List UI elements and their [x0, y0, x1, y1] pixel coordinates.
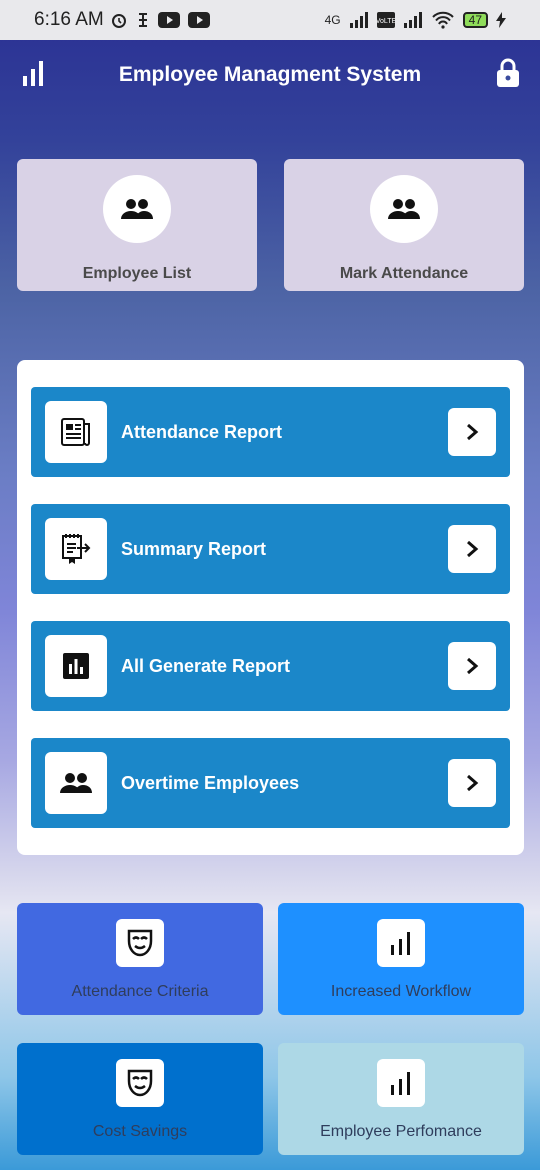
overtime-employees-row[interactable]: Overtime Employees: [31, 738, 510, 828]
chevron-right-icon[interactable]: [448, 642, 496, 690]
mark-attendance-label: Mark Attendance: [339, 265, 469, 282]
attendance-report-label: Attendance Report: [121, 421, 283, 442]
volte-icon: VoLTE: [376, 12, 395, 28]
all-generate-report-label: All Generate Report: [121, 655, 291, 676]
charging-icon: [496, 12, 506, 28]
increased-workflow-tile[interactable]: Increased Workflow: [278, 903, 524, 1015]
youtube-icon: [157, 12, 180, 28]
wifi-icon: [431, 11, 454, 29]
people-icon: [103, 175, 171, 243]
app-bar: Employee Managment System: [0, 40, 540, 110]
notification-icon: [138, 13, 147, 27]
youtube-icon: [187, 12, 210, 28]
theater-mask-icon: [116, 919, 164, 967]
alarm-icon: [111, 14, 126, 28]
network-type: 4G: [324, 13, 341, 27]
chevron-right-icon[interactable]: [448, 759, 496, 807]
bar-chart-icon: [377, 919, 425, 967]
increased-workflow-label: Increased Workflow: [330, 983, 472, 1000]
signal-icon: [403, 12, 422, 28]
attendance-criteria-tile[interactable]: Attendance Criteria: [17, 903, 263, 1015]
attendance-criteria-label: Attendance Criteria: [71, 983, 209, 1000]
battery-indicator: 47: [462, 12, 488, 28]
app-title: Employee Managment System: [118, 63, 422, 86]
overtime-employees-label: Overtime Employees: [121, 772, 300, 793]
all-generate-report-row[interactable]: All Generate Report: [31, 621, 510, 711]
svg-text:VoLTE: VoLTE: [377, 18, 395, 25]
employee-list-label: Employee List: [82, 265, 192, 282]
attendance-report-row[interactable]: Attendance Report: [31, 387, 510, 477]
people-icon: [45, 752, 107, 814]
bar-chart-icon: [377, 1059, 425, 1107]
theater-mask-icon: [116, 1059, 164, 1107]
mark-attendance-card[interactable]: Mark Attendance: [284, 159, 524, 291]
status-bar: 6:16 AM 4G VoLTE 47: [0, 0, 540, 40]
report-panel: Attendance Report Summary Report All Gen…: [17, 360, 524, 855]
bar-chart-icon: [45, 635, 107, 697]
status-time: 6:16 AM: [34, 9, 104, 30]
employee-list-card[interactable]: Employee List: [17, 159, 257, 291]
signal-icon: [349, 12, 368, 28]
employee-performance-tile[interactable]: Employee Perfomance: [278, 1043, 524, 1155]
chevron-right-icon[interactable]: [448, 408, 496, 456]
bar-chart-icon[interactable]: [22, 60, 44, 91]
chevron-right-icon[interactable]: [448, 525, 496, 573]
summary-report-label: Summary Report: [121, 538, 267, 559]
newspaper-icon: [45, 401, 107, 463]
export-document-icon: [45, 518, 107, 580]
summary-report-row[interactable]: Summary Report: [31, 504, 510, 594]
lock-icon[interactable]: [496, 58, 520, 93]
employee-performance-label: Employee Perfomance: [320, 1123, 482, 1140]
people-icon: [370, 175, 438, 243]
cost-savings-tile[interactable]: Cost Savings: [17, 1043, 263, 1155]
cost-savings-label: Cost Savings: [92, 1123, 188, 1140]
